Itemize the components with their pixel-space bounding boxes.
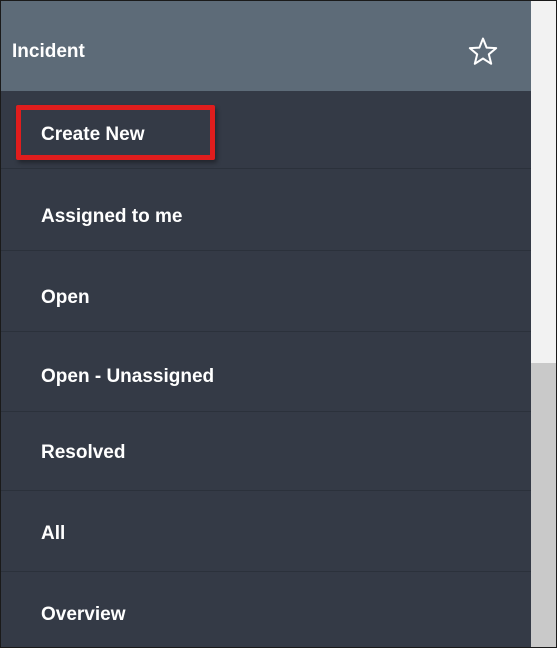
menu-item-resolved[interactable]: Resolved (1, 413, 531, 491)
menu-item-overview[interactable]: Overview (1, 574, 531, 647)
menu-item-assigned-to-me[interactable]: Assigned to me (1, 173, 531, 251)
menu-item-label: Resolved (41, 442, 126, 463)
menu-item-label: Create New (41, 124, 145, 145)
menu-item-label: Overview (41, 604, 126, 625)
menu-item-all[interactable]: All (1, 494, 531, 572)
module-title: Incident (12, 41, 85, 62)
menu-item-label: Open - Unassigned (41, 366, 215, 387)
menu-item-label: All (41, 523, 66, 544)
module-header: Incident (1, 1, 531, 91)
scrollbar-thumb[interactable] (531, 363, 556, 647)
menu-item-label: Assigned to me (41, 206, 183, 227)
navigator-panel: Incident Create New Assigned to me Open … (1, 1, 531, 647)
menu-item-open-unassigned[interactable]: Open - Unassigned (1, 334, 531, 412)
menu-item-label: Open (41, 287, 90, 308)
menu-item-create-new[interactable]: Create New (1, 91, 531, 169)
star-outline-icon[interactable] (467, 36, 499, 68)
menu-item-open[interactable]: Open (1, 254, 531, 332)
app-frame: Incident Create New Assigned to me Open … (0, 0, 557, 648)
